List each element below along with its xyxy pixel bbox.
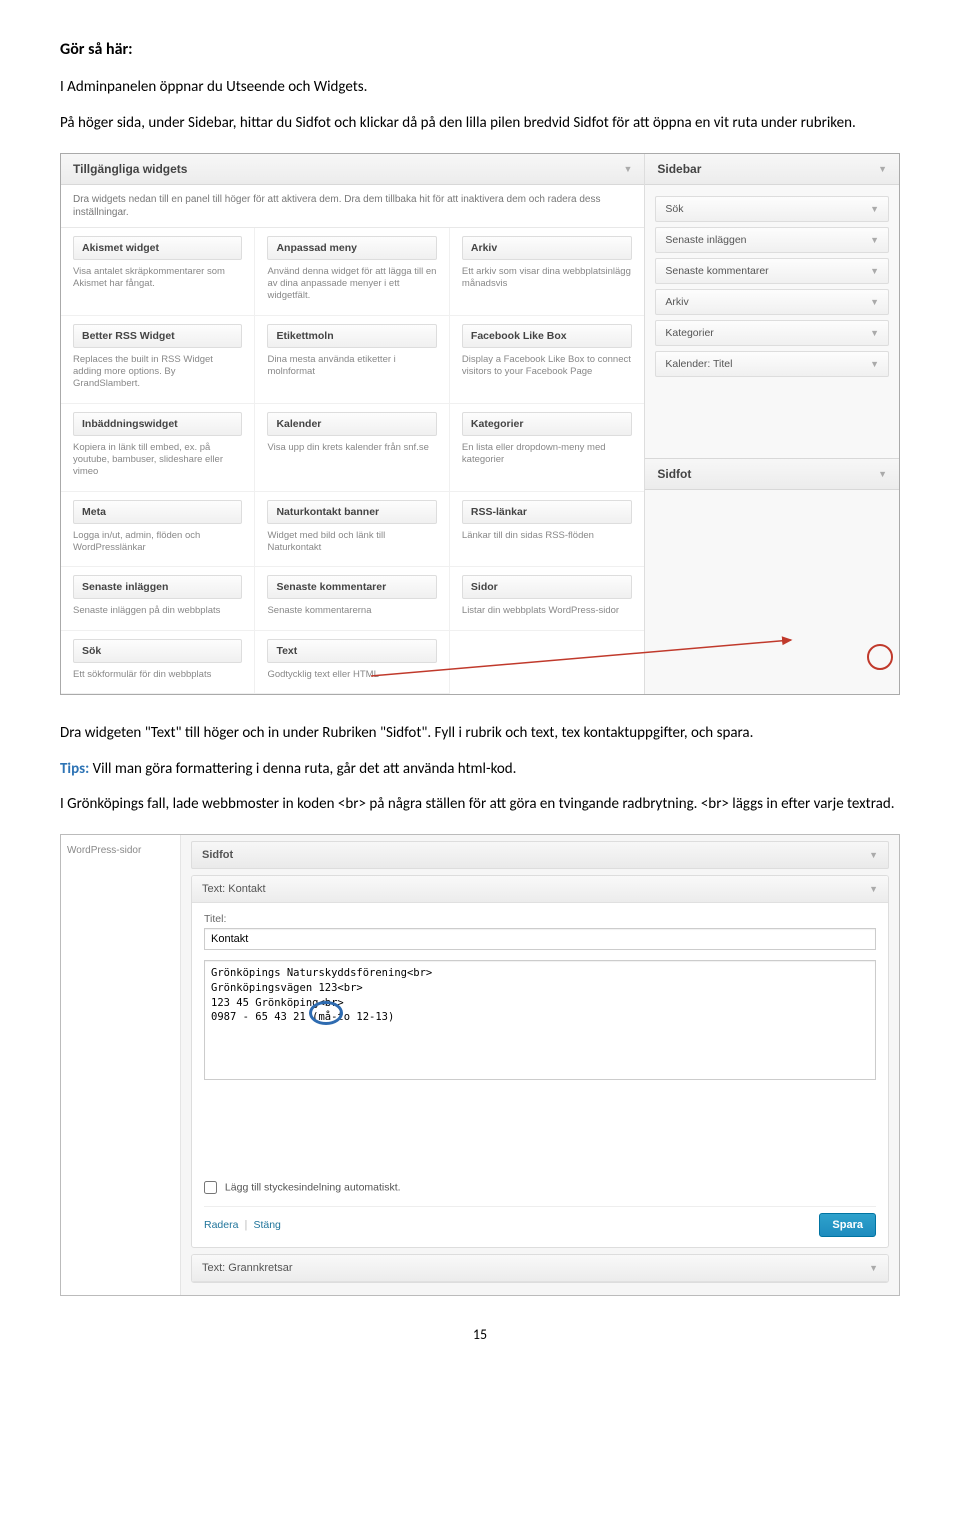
sidebar-widget-item[interactable]: Sök▼ — [655, 196, 889, 222]
widget-handle[interactable]: Kategorier — [462, 412, 632, 436]
content-textarea[interactable] — [204, 960, 876, 1080]
sidebar-panel-title: Sidebar — [657, 162, 701, 176]
widget-description: Replaces the built in RSS Widget adding … — [73, 354, 242, 391]
widget-handle[interactable]: RSS-länkar — [462, 500, 632, 524]
widget-handle[interactable]: Naturkontakt banner — [267, 500, 436, 524]
chevron-down-icon: ▼ — [870, 359, 879, 369]
widget-handle[interactable]: Sök — [73, 639, 242, 663]
tips-label: Tips: — [60, 760, 89, 778]
widget-handle[interactable]: Anpassad meny — [267, 236, 436, 260]
text-grannkretsar-widget[interactable]: Text: Grannkretsar ▼ — [191, 1254, 889, 1283]
widget-description: Widget med bild och länk till Naturkonta… — [267, 530, 436, 555]
widget-description: Senaste inläggen på din webbplats — [73, 605, 242, 617]
widget-description: Länkar till din sidas RSS-flöden — [462, 530, 632, 542]
text-widget-screenshot: WordPress-sidor Sidfot ▼ Text: Kontakt ▼… — [60, 834, 900, 1296]
chevron-down-icon: ▼ — [878, 469, 887, 479]
available-widgets-header[interactable]: Tillgängliga widgets ▼ — [61, 154, 644, 185]
widget-description: Listar din webbplats WordPress-sidor — [462, 605, 632, 617]
title-input[interactable] — [204, 928, 876, 950]
widget-handle[interactable]: Better RSS Widget — [73, 324, 242, 348]
widget-description: Dina mesta använda etiketter i molnforma… — [267, 354, 436, 379]
widget-handle[interactable]: Inbäddningswidget — [73, 412, 242, 436]
text-kontakt-header[interactable]: Text: Kontakt ▼ — [192, 876, 888, 903]
widget-handle[interactable]: Akismet widget — [73, 236, 242, 260]
chevron-down-icon: ▼ — [869, 1263, 878, 1273]
widget-description: En lista eller dropdown-meny med kategor… — [462, 442, 632, 467]
sidfot-label: Sidfot — [202, 849, 233, 861]
tips-text: Vill man göra formattering i denna ruta,… — [89, 760, 516, 778]
widgets-screenshot: Tillgängliga widgets ▼ Dra widgets nedan… — [60, 153, 900, 695]
widget-description: Kopiera in länk till embed, ex. på youtu… — [73, 442, 242, 479]
widget-description: Ett sökformulär för din webbplats — [73, 669, 242, 681]
widget-description: Ett arkiv som visar dina webbplatsinlägg… — [462, 266, 632, 291]
title-field-label: Titel: — [204, 913, 876, 925]
widget-description: Godtycklig text eller HTML — [267, 669, 436, 681]
available-widgets-title: Tillgängliga widgets — [73, 162, 187, 176]
auto-paragraph-checkbox[interactable] — [204, 1181, 217, 1194]
chevron-down-icon: ▼ — [878, 164, 887, 174]
chevron-down-icon: ▼ — [870, 297, 879, 307]
widget-handle[interactable]: Arkiv — [462, 236, 632, 260]
widget-handle[interactable]: Meta — [73, 500, 242, 524]
auto-paragraph-label: Lägg till styckesindelning automatiskt. — [225, 1182, 401, 1194]
text-kontakt-label: Text: Kontakt — [202, 883, 266, 895]
widgets-instructions: Dra widgets nedan till en panel till hög… — [61, 185, 644, 228]
doc-p3: Dra widgeten "Text" till höger och in un… — [60, 723, 900, 745]
sidebar-widget-item[interactable]: Senaste kommentarer▼ — [655, 258, 889, 284]
sidebar-widget-item[interactable]: Arkiv▼ — [655, 289, 889, 315]
widget-description: Använd denna widget för att lägga till e… — [267, 266, 436, 303]
text-kontakt-widget: Text: Kontakt ▼ Titel: Lägg till styckes… — [191, 875, 889, 1248]
close-link[interactable]: Stäng — [253, 1219, 280, 1231]
page-number: 15 — [60, 1326, 900, 1343]
sidebar-widget-item[interactable]: Kategorier▼ — [655, 320, 889, 346]
sidebar-widget-item[interactable]: Kalender: Titel▼ — [655, 351, 889, 377]
widget-handle[interactable]: Senaste kommentarer — [267, 575, 436, 599]
widget-handle[interactable]: Text — [267, 639, 436, 663]
sidebar-widget-item[interactable]: Senaste inläggen▼ — [655, 227, 889, 253]
doc-p1: I Adminpanelen öppnar du Utseende och Wi… — [60, 77, 900, 99]
chevron-down-icon: ▼ — [870, 266, 879, 276]
annotation-circle — [867, 644, 893, 670]
widget-handle[interactable]: Sidor — [462, 575, 632, 599]
doc-p2: På höger sida, under Sidebar, hittar du … — [60, 113, 900, 135]
widget-description: Display a Facebook Like Box to connect v… — [462, 354, 632, 379]
chevron-down-icon: ▼ — [623, 164, 632, 174]
grannkretsar-label: Text: Grannkretsar — [202, 1262, 292, 1274]
chevron-down-icon: ▼ — [870, 328, 879, 338]
divider: | — [245, 1219, 248, 1231]
chevron-down-icon: ▼ — [870, 204, 879, 214]
widget-description: Visa upp din krets kalender från snf.se — [267, 442, 436, 454]
chevron-down-icon: ▼ — [869, 850, 878, 860]
widget-description: Senaste kommentarerna — [267, 605, 436, 617]
doc-p5: I Grönköpings fall, lade webbmoster in k… — [60, 794, 900, 816]
chevron-down-icon: ▼ — [869, 884, 878, 894]
delete-link[interactable]: Radera — [204, 1219, 238, 1231]
widget-handle[interactable]: Kalender — [267, 412, 436, 436]
chevron-down-icon: ▼ — [870, 235, 879, 245]
save-button[interactable]: Spara — [819, 1213, 876, 1237]
widget-handle[interactable]: Senaste inläggen — [73, 575, 242, 599]
left-column-fragment: WordPress-sidor — [61, 835, 181, 1295]
widget-description: Visa antalet skräpkommentarer som Akisme… — [73, 266, 242, 291]
widget-handle[interactable]: Etikettmoln — [267, 324, 436, 348]
widget-description: Logga in/ut, admin, flöden och WordPress… — [73, 530, 242, 555]
widget-handle[interactable]: Facebook Like Box — [462, 324, 632, 348]
sidebar-panel-header[interactable]: Sidebar ▼ — [645, 154, 899, 185]
sidfot-header[interactable]: Sidfot ▼ — [191, 841, 889, 869]
doc-p4: Tips: Vill man göra formattering i denna… — [60, 759, 900, 781]
sidfot-panel-header[interactable]: Sidfot ▼ — [645, 458, 899, 490]
sidfot-panel-title: Sidfot — [657, 467, 691, 481]
doc-heading: Gör så här: — [60, 40, 900, 59]
